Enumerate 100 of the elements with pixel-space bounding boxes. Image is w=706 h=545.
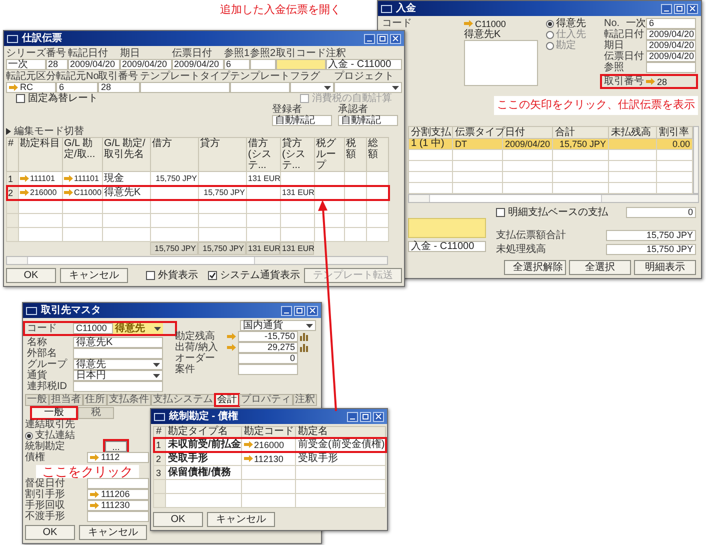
- input-field[interactable]: 111230: [87, 500, 149, 511]
- checkbox[interactable]: [496, 208, 505, 216]
- table-row[interactable]: 1 111101 111101 現金 15,750 JPY 131 EUR: [6, 172, 388, 186]
- input-field[interactable]: [408, 218, 486, 238]
- link-arrow-icon[interactable]: [9, 84, 18, 91]
- close-icon[interactable]: [307, 306, 318, 316]
- close-icon[interactable]: [390, 34, 401, 44]
- checkbox[interactable]: [146, 271, 155, 280]
- minimize-icon[interactable]: [364, 34, 375, 44]
- input-field[interactable]: 2009/04/20: [646, 40, 696, 51]
- input-field[interactable]: 入金 - C11000: [408, 241, 486, 252]
- column-header[interactable]: G/L 勘定/取...: [62, 138, 102, 172]
- input-field[interactable]: 一次: [6, 59, 46, 70]
- caret-icon[interactable]: [392, 86, 399, 90]
- input-field[interactable]: 15,750 JPY: [606, 230, 696, 240]
- checkbox[interactable]: [208, 271, 217, 280]
- tab[interactable]: 住所: [83, 394, 107, 406]
- scrollbar[interactable]: [408, 194, 699, 203]
- button[interactable]: キャンセル: [60, 268, 128, 283]
- input-field[interactable]: 2009/04/20: [68, 59, 120, 70]
- column-header[interactable]: 未払残高: [608, 126, 656, 138]
- input-field[interactable]: [87, 511, 149, 522]
- chart-icon[interactable]: [300, 332, 308, 341]
- column-header[interactable]: 借方 (システ...: [246, 138, 280, 172]
- button[interactable]: キャンセル: [207, 512, 275, 527]
- input-field[interactable]: [238, 364, 298, 375]
- expand-icon[interactable]: [6, 128, 11, 135]
- input-field[interactable]: 2009/04/20: [172, 59, 224, 70]
- close-icon[interactable]: [373, 412, 384, 422]
- link-arrow-icon[interactable]: [90, 454, 99, 461]
- input-field[interactable]: 2009/04/20: [646, 51, 696, 62]
- input-field[interactable]: [230, 82, 290, 93]
- input-field[interactable]: 得意先K: [73, 337, 163, 348]
- tab[interactable]: 注釈: [293, 394, 317, 406]
- chart-icon[interactable]: [300, 343, 308, 352]
- button[interactable]: 明細表示: [634, 260, 696, 275]
- radio-button[interactable]: [546, 20, 554, 28]
- button[interactable]: OK: [6, 268, 56, 283]
- column-header[interactable]: 貸方: [198, 138, 246, 172]
- button[interactable]: OK: [25, 525, 75, 540]
- tab[interactable]: 税: [78, 407, 114, 419]
- input-field[interactable]: 6: [56, 82, 98, 93]
- input-field[interactable]: 2009/04/20: [646, 29, 696, 40]
- column-header[interactable]: 貸方 (システ...: [280, 138, 314, 172]
- dropdown[interactable]: 国内通貨: [240, 320, 316, 331]
- input-field[interactable]: 29,275: [238, 342, 298, 353]
- button[interactable]: キャンセル: [79, 525, 147, 540]
- radio-button[interactable]: [546, 30, 554, 38]
- column-header[interactable]: G/L 勘定/取引先名: [102, 138, 150, 172]
- input-field[interactable]: 自動転記: [272, 115, 332, 126]
- column-header[interactable]: 総額: [366, 138, 388, 172]
- column-header[interactable]: #: [6, 138, 18, 172]
- maximize-icon[interactable]: [294, 306, 305, 316]
- ellipsis-button[interactable]: ...: [105, 441, 127, 452]
- input-field[interactable]: [250, 59, 276, 70]
- column-header[interactable]: 税額: [344, 138, 366, 172]
- column-header[interactable]: 勘定名: [296, 426, 386, 438]
- input-field[interactable]: [73, 348, 163, 359]
- input-field[interactable]: 1112: [87, 452, 149, 463]
- input-field[interactable]: 28: [46, 59, 68, 70]
- minimize-icon[interactable]: [281, 306, 292, 316]
- column-header[interactable]: 分割支払: [408, 126, 452, 138]
- tab[interactable]: 担当者: [49, 394, 83, 406]
- dropdown[interactable]: 得意先: [73, 359, 163, 370]
- input-field[interactable]: RC: [6, 82, 56, 93]
- input-field[interactable]: -15,750: [238, 331, 298, 342]
- input-field[interactable]: 28: [98, 82, 140, 93]
- caret-icon[interactable]: [154, 326, 161, 330]
- input-field[interactable]: 6: [646, 18, 696, 29]
- table-row[interactable]: 1 (1 中) DT 2009/04/20 15,750 JPY 0.00: [408, 138, 692, 150]
- radio-button[interactable]: [25, 432, 33, 440]
- column-header[interactable]: 借方: [150, 138, 198, 172]
- column-header[interactable]: 税グループ: [314, 138, 344, 172]
- column-header[interactable]: #: [154, 426, 166, 438]
- dropdown[interactable]: 得意先: [113, 323, 163, 334]
- dropdown[interactable]: 日本円: [73, 370, 163, 381]
- column-header[interactable]: 勘定タイプ名: [166, 426, 242, 438]
- input-field[interactable]: [140, 82, 230, 93]
- input-field[interactable]: [646, 62, 696, 73]
- tab[interactable]: 一般: [25, 394, 49, 406]
- input-field[interactable]: [73, 381, 163, 392]
- close-icon[interactable]: [687, 4, 698, 14]
- dropdown[interactable]: [290, 82, 334, 93]
- minimize-icon[interactable]: [661, 4, 672, 14]
- scrollbar[interactable]: [6, 256, 388, 265]
- table-row[interactable]: 2 216000 C11000 得意先K 15,750 JPY 131 EUR: [6, 186, 388, 200]
- input-field[interactable]: 6: [224, 59, 250, 70]
- button[interactable]: OK: [153, 512, 203, 527]
- input-field[interactable]: 自動転記: [338, 115, 398, 126]
- scrollbar[interactable]: [693, 126, 699, 194]
- table-row[interactable]: 2 受取手形 112130 受取手形: [154, 452, 386, 466]
- input-field[interactable]: C11000: [73, 323, 113, 334]
- input-field[interactable]: [276, 59, 326, 70]
- tab[interactable]: 支払システム: [151, 394, 215, 406]
- input-field[interactable]: 入金 - C11000: [326, 59, 402, 70]
- tab[interactable]: プロパティ: [239, 394, 293, 406]
- input-field[interactable]: [87, 478, 149, 489]
- input-field[interactable]: 2009/04/20: [120, 59, 172, 70]
- input-field[interactable]: 0: [238, 353, 298, 364]
- button[interactable]: 全選択解除: [504, 260, 566, 275]
